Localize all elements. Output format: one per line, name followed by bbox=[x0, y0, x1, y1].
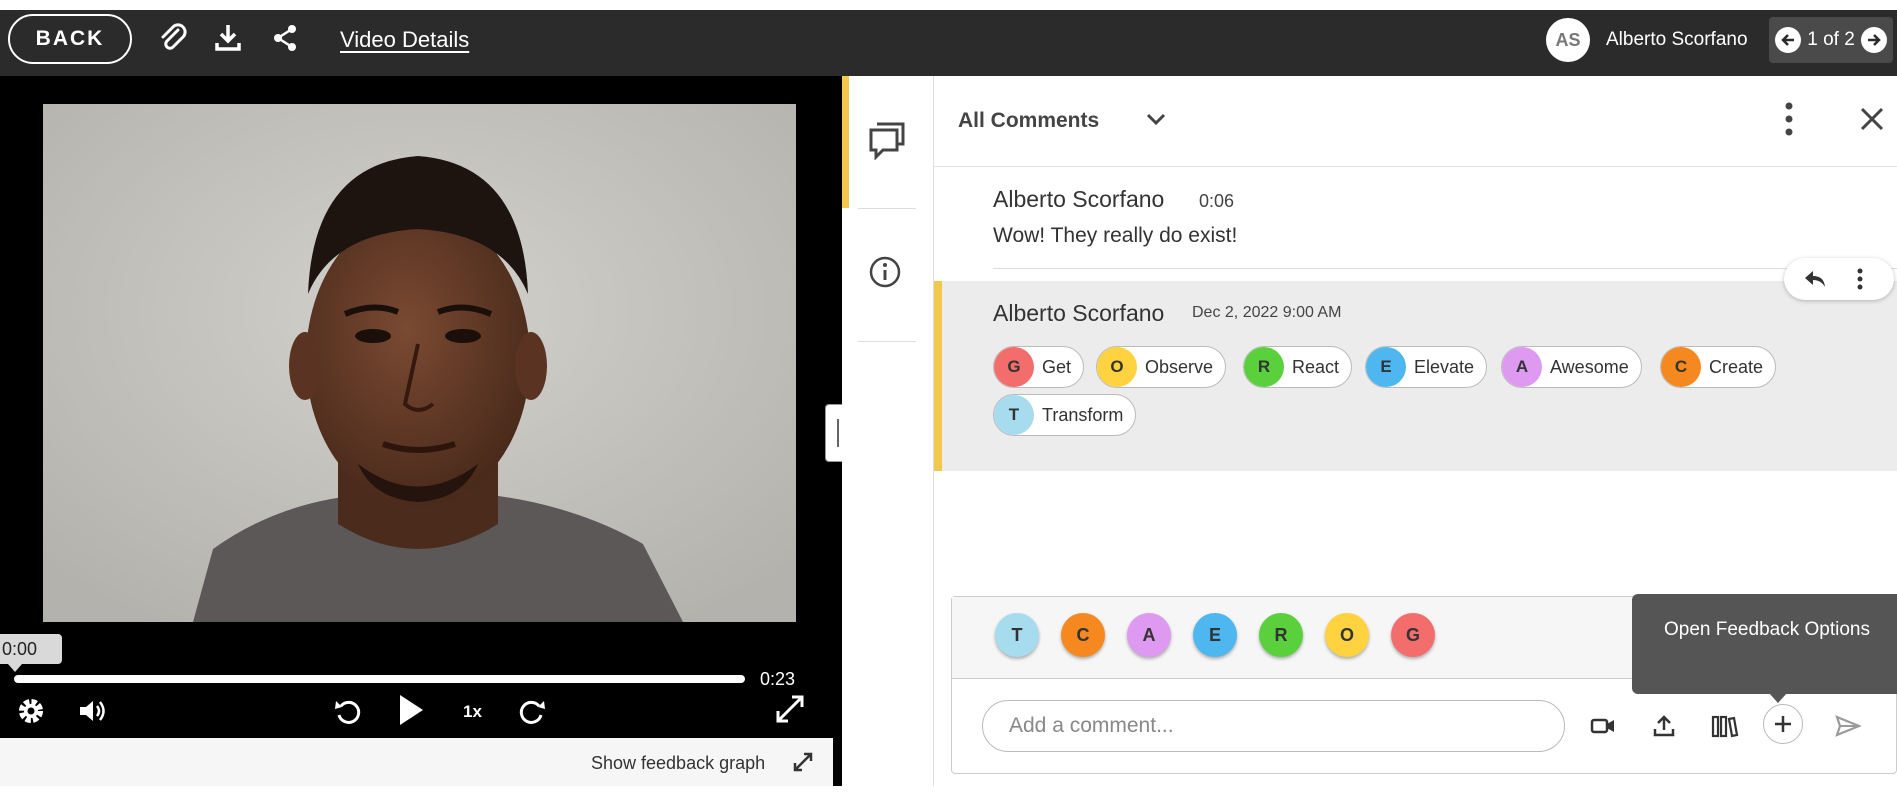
quick-tag-a[interactable]: A bbox=[1127, 613, 1171, 657]
forward-icon[interactable] bbox=[516, 695, 548, 727]
tag-letter: G bbox=[994, 347, 1034, 387]
tag-observe[interactable]: O Observe bbox=[1096, 346, 1227, 388]
more-options-icon[interactable] bbox=[1785, 101, 1793, 137]
tag-label: Awesome bbox=[1550, 356, 1629, 377]
comment-date: Dec 2, 2022 9:00 AM bbox=[1192, 304, 1342, 321]
selected-comment-indicator bbox=[934, 281, 942, 471]
video-camera-icon[interactable] bbox=[1585, 708, 1621, 744]
side-nav-separator bbox=[858, 341, 916, 342]
top-bar: BACK Video Details AS Alberto Scorfano 1… bbox=[0, 10, 1897, 76]
comments-icon[interactable] bbox=[867, 120, 907, 160]
comments-filter-label[interactable]: All Comments bbox=[958, 109, 1099, 133]
comment-actions bbox=[1784, 258, 1894, 300]
tag-label: Transform bbox=[1042, 404, 1124, 425]
panel-header-divider bbox=[934, 166, 1897, 167]
progress-bar[interactable] bbox=[14, 675, 745, 683]
chevron-down-icon[interactable] bbox=[1146, 112, 1166, 126]
duration-label: 0:23 bbox=[760, 669, 796, 689]
tag-awesome[interactable]: A Awesome bbox=[1501, 346, 1642, 388]
expand-icon[interactable] bbox=[792, 751, 814, 773]
quick-tag-o[interactable]: O bbox=[1325, 613, 1369, 657]
fullscreen-icon[interactable] bbox=[774, 693, 806, 725]
side-nav-separator bbox=[858, 208, 916, 209]
quick-tag-e[interactable]: E bbox=[1193, 613, 1237, 657]
share-icon[interactable] bbox=[268, 21, 302, 55]
tag-letter: O bbox=[1097, 347, 1137, 387]
playback-speed[interactable]: 1x bbox=[463, 702, 482, 722]
close-icon[interactable] bbox=[1859, 106, 1885, 132]
comment-more-icon[interactable] bbox=[1856, 267, 1864, 291]
tag-get[interactable]: G Get bbox=[993, 346, 1085, 388]
quick-tag-g[interactable]: G bbox=[1391, 613, 1435, 657]
back-button[interactable]: BACK bbox=[8, 14, 132, 64]
tag-letter: C bbox=[1661, 347, 1701, 387]
user-name: Alberto Scorfano bbox=[1606, 29, 1748, 50]
upload-icon[interactable] bbox=[1646, 708, 1682, 744]
tag-letter: E bbox=[1366, 347, 1406, 387]
comment-author: Alberto Scorfano bbox=[993, 186, 1165, 212]
open-feedback-options-button[interactable] bbox=[1763, 704, 1803, 744]
comment-input[interactable] bbox=[982, 700, 1565, 752]
settings-gear-icon[interactable] bbox=[15, 695, 47, 727]
rewind-icon[interactable] bbox=[332, 695, 364, 727]
comment-timestamp[interactable]: 0:06 bbox=[1199, 191, 1234, 212]
comment-separator bbox=[993, 268, 1897, 269]
comment-text: Wow! They really do exist! bbox=[993, 224, 1238, 247]
tag-letter: R bbox=[1244, 347, 1284, 387]
tooltip-pointer bbox=[1769, 693, 1787, 703]
tag-letter: A bbox=[1502, 347, 1542, 387]
paperclip-icon[interactable] bbox=[156, 21, 190, 55]
tag-label: Observe bbox=[1145, 356, 1214, 377]
tag-react[interactable]: R React bbox=[1243, 346, 1353, 388]
feedback-options-tooltip: Open Feedback Options bbox=[1632, 594, 1897, 694]
video-details-link[interactable]: Video Details bbox=[340, 27, 469, 53]
time-chip-pointer bbox=[8, 664, 22, 672]
tag-letter: T bbox=[994, 395, 1034, 435]
pager-text: 1 of 2 bbox=[1807, 29, 1855, 50]
volume-icon[interactable] bbox=[76, 695, 108, 727]
library-icon[interactable] bbox=[1707, 708, 1743, 744]
prev-arrow-icon[interactable] bbox=[1775, 27, 1801, 53]
tag-label: Elevate bbox=[1414, 356, 1475, 377]
tag-create[interactable]: C Create bbox=[1660, 346, 1777, 388]
tag-label: React bbox=[1292, 356, 1340, 377]
side-nav-active-indicator bbox=[842, 76, 849, 208]
show-feedback-graph-link[interactable]: Show feedback graph bbox=[591, 753, 765, 774]
top-spacer bbox=[0, 0, 1897, 10]
avatar[interactable]: AS bbox=[1546, 18, 1590, 62]
video-frame bbox=[43, 104, 796, 622]
tag-label: Get bbox=[1042, 356, 1072, 377]
tag-transform[interactable]: T Transform bbox=[993, 394, 1137, 436]
download-icon[interactable] bbox=[211, 21, 245, 55]
tag-label: Create bbox=[1709, 356, 1764, 377]
quick-tag-c[interactable]: C bbox=[1061, 613, 1105, 657]
comment-author: Alberto Scorfano bbox=[993, 300, 1165, 326]
tag-elevate[interactable]: E Elevate bbox=[1365, 346, 1488, 388]
quick-tag-r[interactable]: R bbox=[1259, 613, 1303, 657]
pager: 1 of 2 bbox=[1769, 17, 1893, 63]
send-icon[interactable] bbox=[1830, 708, 1866, 744]
side-nav bbox=[842, 76, 934, 786]
info-icon[interactable] bbox=[868, 255, 902, 289]
play-icon[interactable] bbox=[395, 692, 427, 728]
reply-icon[interactable] bbox=[1803, 268, 1827, 290]
next-arrow-icon[interactable] bbox=[1860, 27, 1887, 53]
plus-icon bbox=[1775, 716, 1791, 732]
current-time-chip: 0:00 bbox=[0, 634, 62, 664]
quick-tag-t[interactable]: T bbox=[995, 613, 1039, 657]
